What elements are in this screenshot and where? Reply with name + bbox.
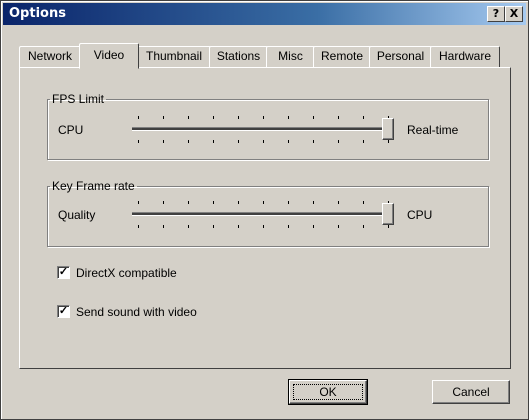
slider-tick <box>213 225 214 228</box>
slider-tick <box>363 225 364 228</box>
send-sound-checkbox-label[interactable]: Send sound with video <box>76 305 197 319</box>
slider-tick <box>138 225 139 228</box>
tab-stations[interactable]: Stations <box>209 46 268 68</box>
slider-tick <box>338 140 339 143</box>
slider-tick <box>263 116 264 119</box>
slider-tick <box>288 140 289 143</box>
cancel-button[interactable]: Cancel <box>432 380 510 404</box>
close-button[interactable]: X <box>505 6 523 22</box>
slider-tick <box>313 116 314 119</box>
slider-tick <box>313 140 314 143</box>
slider-tick <box>163 201 164 204</box>
check-icon: ✓ <box>58 266 69 278</box>
ok-button[interactable]: OK <box>288 379 368 405</box>
tab-personal[interactable]: Personal <box>369 46 432 68</box>
slider-track <box>132 127 394 131</box>
slider-tick <box>213 201 214 204</box>
window-title: Options <box>9 6 66 21</box>
slider-tick <box>363 116 364 119</box>
slider-tick <box>163 140 164 143</box>
slider-tick <box>188 116 189 119</box>
slider-tick <box>213 140 214 143</box>
tab-misc[interactable]: Misc <box>266 46 315 68</box>
slider-tick <box>363 140 364 143</box>
slider-tick <box>338 116 339 119</box>
slider-tick <box>188 140 189 143</box>
tab-thumbnail[interactable]: Thumbnail <box>137 46 211 68</box>
slider-tick <box>388 225 389 228</box>
help-button[interactable]: ? <box>487 6 505 22</box>
slider-tick <box>138 116 139 119</box>
options-dialog: Options ? X Network Video Thumbnail Stat… <box>0 0 529 420</box>
slider-tick <box>263 140 264 143</box>
slider-tick <box>213 116 214 119</box>
slider-tick <box>138 140 139 143</box>
cancel-button-label: Cancel <box>452 385 490 399</box>
fps-left-label: CPU <box>58 123 84 137</box>
slider-tick <box>388 140 389 143</box>
tab-video[interactable]: Video <box>79 43 139 69</box>
slider-tick <box>238 116 239 119</box>
slider-tick <box>313 201 314 204</box>
focus-ring <box>293 384 363 400</box>
slider-tick <box>288 225 289 228</box>
slider-tick <box>163 116 164 119</box>
slider-tick <box>338 225 339 228</box>
slider-tick <box>238 201 239 204</box>
fps-limit-slider[interactable] <box>132 112 394 146</box>
slider-tick <box>163 225 164 228</box>
slider-tick <box>188 201 189 204</box>
tab-network[interactable]: Network <box>19 46 81 68</box>
directx-checkbox[interactable]: ✓ <box>57 266 70 279</box>
kfr-right-label: CPU <box>407 208 433 222</box>
send-sound-checkbox[interactable]: ✓ <box>57 305 70 318</box>
fps-right-label: Real-time <box>407 123 459 137</box>
tab-hardware[interactable]: Hardware <box>430 46 500 68</box>
slider-thumb[interactable] <box>382 118 394 140</box>
slider-tick <box>288 116 289 119</box>
fps-limit-label: FPS Limit <box>52 92 105 106</box>
slider-tick <box>363 201 364 204</box>
slider-tick <box>338 201 339 204</box>
check-icon: ✓ <box>58 305 69 317</box>
key-frame-rate-label: Key Frame rate <box>52 179 135 193</box>
directx-checkbox-label[interactable]: DirectX compatible <box>76 266 177 280</box>
title-bar[interactable]: Options ? X <box>3 3 526 25</box>
kfr-left-label: Quality <box>58 208 96 222</box>
slider-tick <box>238 225 239 228</box>
slider-tick <box>313 225 314 228</box>
slider-tick <box>188 225 189 228</box>
slider-tick <box>263 225 264 228</box>
video-tab-panel: FPS Limit CPU Real-time Key Frame rate Q… <box>19 67 511 369</box>
tab-remote[interactable]: Remote <box>313 46 371 68</box>
slider-track <box>132 212 394 216</box>
slider-tick <box>238 140 239 143</box>
slider-tick <box>138 201 139 204</box>
slider-thumb[interactable] <box>382 203 394 225</box>
slider-tick <box>288 201 289 204</box>
slider-tick <box>263 201 264 204</box>
key-frame-rate-slider[interactable] <box>132 197 394 231</box>
